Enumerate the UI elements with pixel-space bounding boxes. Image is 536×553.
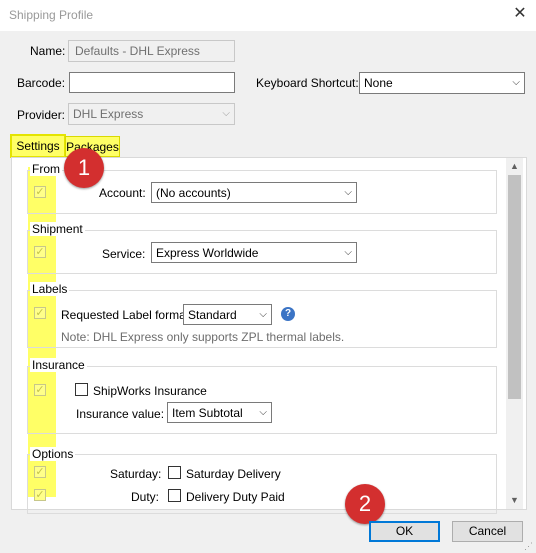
labels-note: Note: DHL Express only supports ZPL ther… — [61, 330, 345, 344]
provider-select: DHL Express ⌵ — [68, 103, 235, 125]
keyboard-shortcut-select[interactable]: None ⌵ — [359, 72, 525, 94]
insurance-group-title: Insurance — [30, 358, 87, 372]
scroll-up-icon[interactable]: ▲ — [506, 158, 523, 175]
provider-value: DHL Express — [73, 107, 144, 121]
service-label: Service: — [102, 247, 146, 261]
help-icon[interactable]: ? — [281, 307, 295, 321]
account-value: (No accounts) — [156, 186, 231, 200]
cancel-button[interactable]: Cancel — [452, 521, 523, 542]
insurance-value-select[interactable]: Item Subtotal ⌵ — [167, 402, 272, 423]
close-icon[interactable]: ✕ — [512, 6, 528, 22]
provider-label: Provider: — [17, 108, 66, 122]
shipment-group-checkbox: ✓ — [34, 246, 46, 258]
account-label: Account: — [99, 186, 146, 200]
label-format-value: Standard — [188, 308, 237, 322]
name-field: Defaults - DHL Express — [68, 40, 235, 62]
shipment-group-title: Shipment — [30, 222, 85, 236]
annotation-badge-2: 2 — [345, 484, 385, 524]
chevron-down-icon: ⌵ — [344, 247, 352, 258]
label-format-label: Requested Label format: — [61, 308, 193, 322]
duty-option-checkbox: ✓ — [34, 489, 46, 501]
saturday-delivery-checkbox[interactable] — [168, 466, 181, 479]
keyboard-shortcut-value: None — [364, 76, 393, 90]
labels-group-title: Labels — [30, 282, 70, 296]
annotation-badge-1: 1 — [64, 148, 104, 188]
account-select[interactable]: (No accounts) ⌵ — [151, 182, 357, 203]
barcode-label: Barcode: — [17, 76, 66, 90]
window-title: Shipping Profile — [9, 8, 94, 22]
from-group-title: From — [30, 162, 62, 176]
insurance-value-value: Item Subtotal — [172, 406, 243, 420]
duty-label: Duty: — [131, 490, 160, 504]
chevron-down-icon: ⌵ — [222, 108, 230, 119]
saturday-delivery-label: Saturday Delivery — [186, 467, 281, 481]
delivery-duty-paid-label: Delivery Duty Paid — [186, 490, 285, 504]
label-format-select[interactable]: Standard ⌵ — [183, 304, 272, 325]
saturday-option-checkbox: ✓ — [34, 466, 46, 478]
tab-settings[interactable]: Settings — [10, 134, 66, 158]
shipworks-insurance-checkbox[interactable] — [75, 383, 88, 396]
shipworks-insurance-label: ShipWorks Insurance — [93, 384, 207, 398]
chevron-down-icon: ⌵ — [344, 187, 352, 198]
service-select[interactable]: Express Worldwide ⌵ — [151, 242, 357, 263]
scrollbar-thumb[interactable] — [508, 175, 521, 399]
insurance-value-label: Insurance value: — [76, 407, 165, 421]
options-group — [27, 454, 497, 514]
scroll-down-icon[interactable]: ▼ — [506, 492, 523, 509]
labels-group-checkbox: ✓ — [34, 307, 46, 319]
insurance-group-checkbox: ✓ — [34, 384, 46, 396]
service-value: Express Worldwide — [156, 246, 259, 260]
chevron-down-icon: ⌵ — [512, 77, 520, 88]
ok-button[interactable]: OK — [369, 521, 440, 542]
delivery-duty-paid-checkbox[interactable] — [168, 489, 181, 502]
options-group-title: Options — [30, 447, 76, 461]
saturday-label: Saturday: — [110, 467, 162, 481]
chevron-down-icon: ⌵ — [259, 407, 267, 418]
vertical-scrollbar[interactable]: ▲ ▼ — [506, 158, 523, 509]
resize-grip-icon[interactable]: ⋰ — [524, 541, 533, 552]
chevron-down-icon: ⌵ — [259, 309, 267, 320]
name-label: Name: — [30, 44, 66, 58]
panel-bottom-border — [11, 509, 527, 510]
from-group-checkbox: ✓ — [34, 186, 46, 198]
insurance-group — [27, 366, 497, 434]
keyboard-shortcut-label: Keyboard Shortcut: — [256, 76, 359, 90]
barcode-input[interactable] — [69, 72, 235, 93]
